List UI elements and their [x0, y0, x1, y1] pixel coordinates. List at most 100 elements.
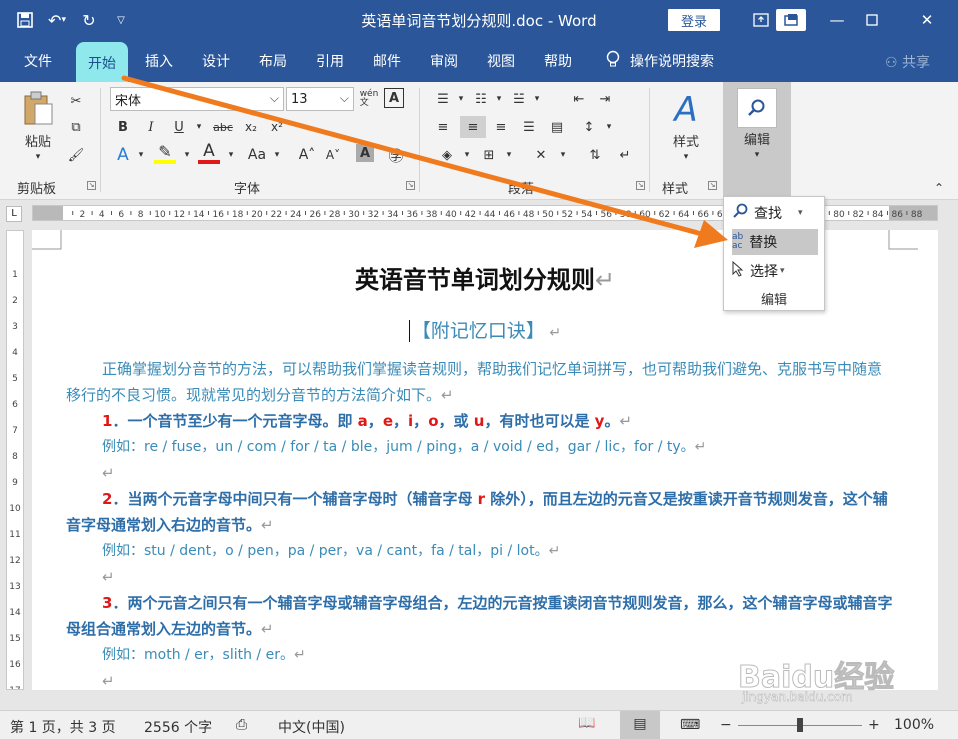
collapse-ribbon-icon[interactable]: ⌃: [930, 180, 948, 196]
font-size-select[interactable]: 13 ⌵: [286, 87, 354, 111]
line-spacing-icon[interactable]: ↕: [578, 116, 600, 138]
replace-menu-item[interactable]: ab ac 替换: [732, 229, 818, 255]
text-effects-dropdown-icon[interactable]: ▾: [130, 144, 152, 166]
paragraph-launcher-icon[interactable]: ↘: [636, 181, 645, 190]
cut-icon[interactable]: ✂: [65, 90, 87, 112]
tab-view[interactable]: 视图: [487, 50, 515, 72]
maximize-icon[interactable]: [855, 6, 889, 34]
zoom-in-icon[interactable]: +: [868, 717, 880, 733]
increase-indent-icon[interactable]: ⇥: [594, 88, 616, 110]
highlight-dropdown-icon[interactable]: ▾: [176, 144, 198, 166]
shrink-font-icon[interactable]: A˅: [322, 144, 344, 166]
shading-icon[interactable]: ◈: [436, 144, 458, 166]
underline-dropdown-icon[interactable]: ▾: [188, 116, 210, 138]
find-menu-item[interactable]: 查找 ▾: [732, 200, 818, 226]
tab-references[interactable]: 引用: [316, 50, 344, 72]
tab-design[interactable]: 设计: [202, 50, 230, 72]
align-center-icon[interactable]: ≡: [460, 116, 486, 138]
numbering-dropdown-icon[interactable]: ▾: [488, 88, 510, 110]
line-spacing-dropdown-icon[interactable]: ▾: [598, 116, 620, 138]
tab-stop-selector-icon[interactable]: L: [6, 206, 22, 222]
enclose-characters-icon[interactable]: ㊫: [385, 144, 407, 166]
lightbulb-icon: [606, 50, 620, 72]
edit-button-label[interactable]: 编辑: [735, 128, 779, 148]
sort-icon[interactable]: ⇅: [584, 144, 606, 166]
borders-icon[interactable]: ⊞: [478, 144, 500, 166]
chinese-layout-dropdown-icon[interactable]: ▾: [552, 144, 574, 166]
redo-icon[interactable]: ↻: [76, 8, 102, 32]
format-painter-icon[interactable]: 🖌: [65, 144, 87, 166]
distributed-icon[interactable]: ▤: [546, 116, 568, 138]
read-mode-icon[interactable]: 📖: [578, 715, 595, 731]
select-menu-item[interactable]: 选择 ▾: [732, 258, 818, 284]
search-icon[interactable]: [737, 88, 777, 128]
superscript-icon[interactable]: x²: [266, 116, 288, 138]
decrease-indent-icon[interactable]: ⇤: [568, 88, 590, 110]
page-count[interactable]: 第 1 页，共 3 页: [10, 717, 116, 737]
paste-label[interactable]: 粘贴: [16, 130, 60, 150]
font-name-select[interactable]: 宋体 ⌵: [110, 87, 284, 111]
edit-dropdown-icon[interactable]: ▾: [749, 148, 765, 162]
grow-font-icon[interactable]: A˄: [296, 144, 318, 166]
editing-group[interactable]: 编辑 ▾: [723, 82, 791, 200]
login-button[interactable]: 登录: [668, 9, 720, 31]
clipboard-launcher-icon[interactable]: ↘: [87, 181, 96, 190]
paste-dropdown-icon[interactable]: ▾: [30, 150, 46, 164]
character-border-icon[interactable]: A: [384, 88, 404, 108]
subscript-icon[interactable]: x₂: [240, 116, 262, 138]
chinese-layout-icon[interactable]: ✕: [530, 144, 552, 166]
bullets-dropdown-icon[interactable]: ▾: [450, 88, 472, 110]
zoom-slider-thumb[interactable]: [797, 718, 803, 732]
character-shading-icon[interactable]: A: [356, 144, 374, 162]
zoom-out-icon[interactable]: −: [720, 717, 732, 733]
word-count[interactable]: 2556 个字: [144, 717, 212, 737]
close-icon[interactable]: ✕: [910, 6, 944, 34]
tab-layout[interactable]: 布局: [259, 50, 287, 72]
undo-icon[interactable]: ↶ ▾: [44, 8, 70, 32]
find-dropdown-icon[interactable]: ▾: [798, 208, 803, 218]
highlight-icon[interactable]: ✎: [154, 142, 176, 164]
language-indicator[interactable]: 中文(中国): [278, 717, 345, 737]
share-button[interactable]: ⚇ 共享: [885, 52, 930, 72]
styles-dropdown-icon[interactable]: ▾: [678, 150, 694, 164]
align-right-icon[interactable]: ≡: [490, 116, 512, 138]
restore-icon[interactable]: [776, 9, 806, 31]
underline-icon[interactable]: U: [168, 116, 190, 138]
tab-review[interactable]: 审阅: [430, 50, 458, 72]
web-layout-icon[interactable]: ⌨: [680, 717, 700, 733]
tab-file[interactable]: 文件: [24, 50, 52, 72]
vertical-ruler[interactable]: 1234567891011121314151617: [6, 230, 24, 696]
styles-gallery-icon[interactable]: A: [664, 88, 708, 132]
align-left-icon[interactable]: ≡: [432, 116, 454, 138]
tab-home[interactable]: 开始: [76, 42, 128, 84]
multilevel-dropdown-icon[interactable]: ▾: [526, 88, 548, 110]
strikethrough-icon[interactable]: abc: [210, 116, 236, 138]
ruler-number: 10: [9, 504, 21, 514]
styles-button-label[interactable]: 样式: [664, 130, 708, 150]
customize-qat-icon[interactable]: ▽: [108, 8, 134, 32]
font-launcher-icon[interactable]: ↘: [406, 181, 415, 190]
bold-icon[interactable]: B: [112, 116, 134, 138]
justify-icon[interactable]: ☰: [518, 116, 540, 138]
tab-insert[interactable]: 插入: [145, 50, 173, 72]
copy-icon[interactable]: ⧉: [65, 116, 87, 138]
styles-launcher-icon[interactable]: ↘: [708, 181, 717, 190]
italic-icon[interactable]: I: [140, 116, 162, 138]
show-marks-icon[interactable]: ↵: [614, 144, 636, 166]
proofing-icon[interactable]: ⎙: [236, 717, 247, 733]
phonetic-guide-icon[interactable]: wén 文: [358, 88, 380, 110]
tab-mailings[interactable]: 邮件: [373, 50, 401, 72]
shading-dropdown-icon[interactable]: ▾: [456, 144, 478, 166]
zoom-level[interactable]: 100%: [894, 717, 934, 733]
ribbon-display-options-icon[interactable]: [744, 6, 778, 34]
print-layout-icon[interactable]: ▤: [620, 711, 660, 739]
font-color-dropdown-icon[interactable]: ▾: [220, 144, 242, 166]
font-color-icon[interactable]: A: [198, 141, 220, 164]
save-icon[interactable]: [12, 8, 38, 32]
borders-dropdown-icon[interactable]: ▾: [498, 144, 520, 166]
paste-icon[interactable]: [18, 88, 58, 128]
tab-help[interactable]: 帮助: [544, 50, 572, 72]
change-case-dropdown-icon[interactable]: ▾: [266, 144, 288, 166]
minimize-icon[interactable]: —: [820, 6, 854, 34]
tell-me-search[interactable]: 操作说明搜索: [606, 50, 714, 72]
